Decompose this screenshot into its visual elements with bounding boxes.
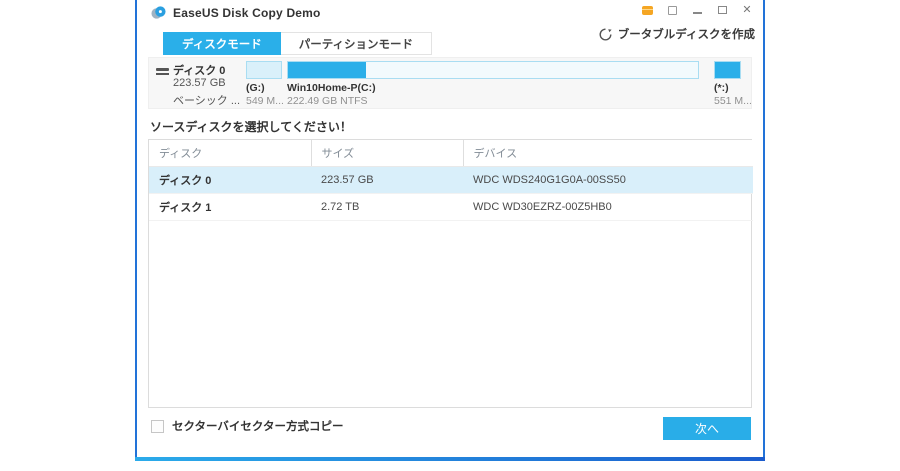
sector-by-sector-checkbox[interactable] (151, 419, 164, 433)
table-row-disk1[interactable]: ディスク 1 2.72 TB WDC WD30EZRZ-00Z5HB0 (149, 193, 753, 221)
tab-partition-mode[interactable]: パーティションモード (280, 32, 433, 55)
tab-disk-mode[interactable]: ディスクモード (163, 32, 281, 55)
partition-recovery-size: 551 M... (714, 95, 752, 107)
partition-g (246, 61, 282, 79)
column-header-size: サイズ (310, 140, 463, 167)
table-header-row: ディスク サイズ デバイス (149, 140, 753, 167)
disk0-name: ディスク 0 (149, 166, 311, 194)
column-header-disk: ディスク (149, 140, 311, 167)
partition-g-size: 549 M... (246, 95, 284, 107)
app-window: EaseUS Disk Copy Demo ✕ ディスクモード パーティションモ… (135, 0, 765, 457)
window-title: EaseUS Disk Copy Demo (173, 6, 321, 20)
partition-c (287, 61, 699, 79)
sector-by-sector-option[interactable]: セクターバイセクター方式コピー (151, 418, 343, 434)
close-button[interactable]: ✕ (741, 4, 753, 16)
maximize-button[interactable] (716, 4, 728, 16)
title-bar: EaseUS Disk Copy Demo ✕ (137, 0, 763, 26)
window-controls: ✕ (641, 4, 753, 16)
disk1-device: WDC WD30EZRZ-00Z5HB0 (463, 193, 753, 221)
partition-recovery-used (715, 62, 740, 78)
partition-recovery (714, 61, 741, 79)
upgrade-icon[interactable] (641, 4, 653, 16)
column-header-device: デバイス (462, 140, 753, 167)
disk0-device: WDC WDS240G1G0A-00SS50 (463, 166, 753, 194)
minimize-button[interactable] (691, 4, 703, 16)
partition-c-size: 222.49 GB NTFS (287, 95, 368, 107)
app-logo-icon (151, 6, 166, 19)
partition-c-used (288, 62, 366, 78)
disk-name: ディスク 0 (173, 65, 226, 77)
partition-g-label: (G:) (246, 82, 265, 94)
tab-disk-mode-label: ディスクモード (182, 38, 262, 51)
window-bottom-border (135, 457, 765, 461)
create-bootable-disk-link[interactable]: ブータブルディスクを作成 (599, 26, 755, 42)
disk-overview-panel: ディスク 0 223.57 GB ベーシック ... (G:) 549 M...… (148, 57, 752, 109)
select-source-heading: ソースディスクを選択してください！ (150, 120, 352, 134)
disk1-name: ディスク 1 (149, 193, 311, 221)
sector-by-sector-label: セクターバイセクター方式コピー (172, 421, 344, 433)
feedback-icon[interactable] (666, 4, 678, 16)
screenshot-stage: EaseUS Disk Copy Demo ✕ ディスクモード パーティションモ… (0, 0, 900, 471)
bootable-disk-icon (599, 28, 612, 40)
partition-c-label: Win10Home-P(C:) (287, 82, 376, 94)
bootable-disk-label: ブータブルディスクを作成 (617, 29, 755, 41)
mode-tabs: ディスクモード パーティションモード (163, 32, 433, 55)
next-button[interactable]: 次へ (663, 417, 751, 440)
disk-type: ベーシック ... (173, 95, 241, 107)
drive-icon (156, 68, 169, 75)
disk1-size: 2.72 TB (311, 193, 463, 221)
partition-recovery-label: (*:) (714, 82, 729, 94)
tab-partition-mode-label: パーティションモード (298, 38, 414, 51)
disk-table: ディスク サイズ デバイス ディスク 0 223.57 GB WDC WDS24… (148, 139, 753, 408)
disk0-size: 223.57 GB (311, 166, 463, 194)
disk-capacity: 223.57 GB (173, 77, 226, 89)
table-row-disk0[interactable]: ディスク 0 223.57 GB WDC WDS240G1G0A-00SS50 (149, 166, 753, 194)
